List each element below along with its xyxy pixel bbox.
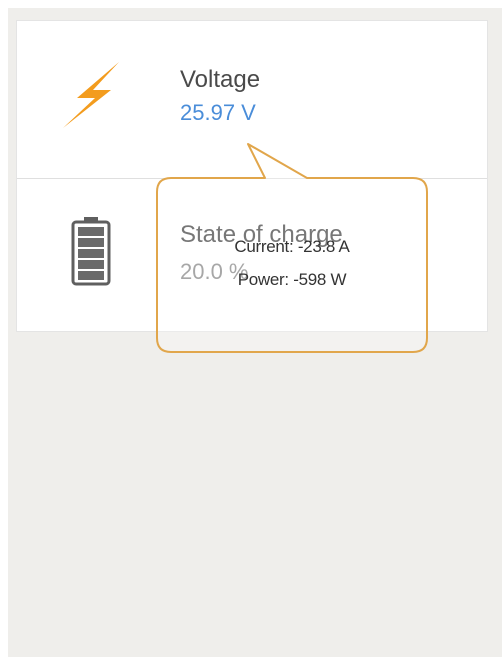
state-of-charge-label: State of charge bbox=[180, 221, 343, 248]
status-panel: Voltage 25.97 V State of charge 20.0 % bbox=[16, 20, 488, 332]
battery-icon bbox=[43, 209, 139, 293]
voltage-label: Voltage bbox=[180, 66, 261, 93]
state-of-charge-row[interactable]: State of charge 20.0 % bbox=[17, 178, 487, 332]
voltage-value: 25.97 V bbox=[180, 100, 256, 125]
voltage-row[interactable]: Voltage 25.97 V bbox=[17, 21, 487, 178]
lightning-bolt-icon bbox=[43, 49, 139, 139]
state-of-charge-value: 20.0 % bbox=[180, 259, 249, 284]
